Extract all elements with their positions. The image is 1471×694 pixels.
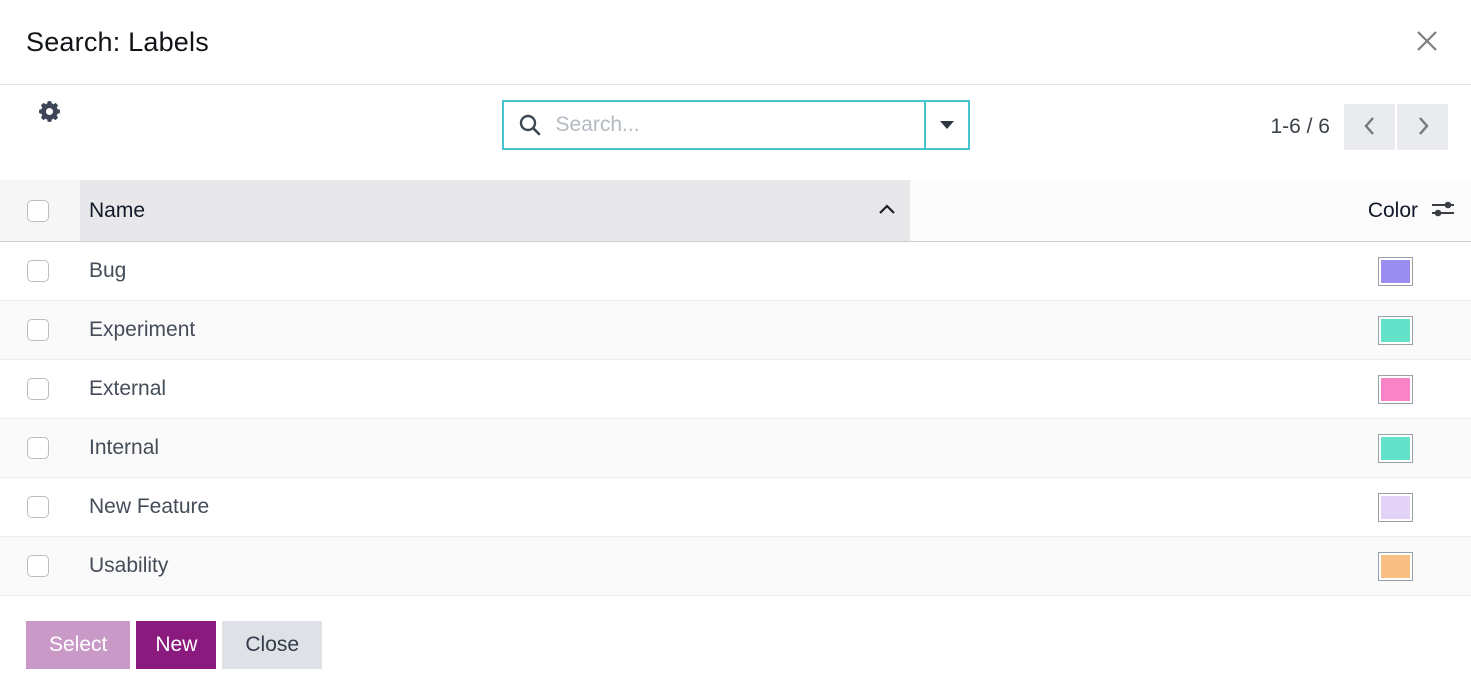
select-button[interactable]: Select bbox=[26, 621, 130, 669]
row-name: Internal bbox=[80, 436, 1378, 460]
chevron-down-icon bbox=[940, 121, 954, 129]
row-color-cell bbox=[1378, 375, 1471, 404]
row-color-cell bbox=[1378, 257, 1471, 286]
color-swatch bbox=[1378, 434, 1413, 463]
dialog-controls-row: 1-6 / 6 bbox=[0, 85, 1471, 180]
row-color-cell bbox=[1378, 434, 1471, 463]
pager-next-button[interactable] bbox=[1397, 104, 1448, 150]
color-swatch-fill bbox=[1381, 260, 1410, 283]
search-icon bbox=[504, 102, 556, 148]
sort-ascending-icon bbox=[878, 202, 896, 220]
color-swatch bbox=[1378, 552, 1413, 581]
row-checkbox-cell bbox=[0, 496, 80, 518]
table-row[interactable]: Usability bbox=[0, 537, 1471, 596]
table-row[interactable]: Internal bbox=[0, 419, 1471, 478]
dialog-close-button[interactable] bbox=[1407, 22, 1447, 62]
close-icon bbox=[1413, 27, 1441, 58]
row-checkbox[interactable] bbox=[27, 496, 49, 518]
row-checkbox-cell bbox=[0, 319, 80, 341]
pager: 1-6 / 6 bbox=[1270, 104, 1448, 150]
dialog-titlebar: Search: Labels bbox=[0, 0, 1471, 85]
optional-columns-button[interactable] bbox=[1430, 198, 1456, 223]
row-name: Usability bbox=[80, 554, 1378, 578]
dialog-title: Search: Labels bbox=[26, 27, 209, 58]
color-swatch-fill bbox=[1381, 319, 1410, 342]
table-header-color: Color bbox=[910, 180, 1471, 241]
sliders-icon bbox=[1430, 198, 1456, 223]
pager-previous-button[interactable] bbox=[1344, 104, 1395, 150]
color-swatch-fill bbox=[1381, 496, 1410, 519]
search-bar bbox=[502, 100, 970, 150]
dialog-footer: Select New Close bbox=[0, 596, 1471, 694]
name-column-label: Name bbox=[89, 199, 145, 223]
new-button[interactable]: New bbox=[136, 621, 216, 669]
color-swatch bbox=[1378, 375, 1413, 404]
table-row[interactable]: Experiment bbox=[0, 301, 1471, 360]
row-color-cell bbox=[1378, 493, 1471, 522]
close-button[interactable]: Close bbox=[222, 621, 322, 669]
gear-icon bbox=[37, 99, 62, 127]
search-input[interactable] bbox=[556, 102, 924, 148]
table-row[interactable]: Bug bbox=[0, 242, 1471, 301]
row-checkbox-cell bbox=[0, 260, 80, 282]
actions-gear-button[interactable] bbox=[36, 100, 62, 126]
row-color-cell bbox=[1378, 316, 1471, 345]
row-checkbox[interactable] bbox=[27, 437, 49, 459]
color-swatch bbox=[1378, 316, 1413, 345]
select-all-checkbox[interactable] bbox=[27, 200, 49, 222]
row-checkbox-cell bbox=[0, 555, 80, 577]
row-checkbox[interactable] bbox=[27, 260, 49, 282]
pager-range: 1-6 / 6 bbox=[1270, 115, 1330, 139]
color-swatch bbox=[1378, 493, 1413, 522]
row-checkbox[interactable] bbox=[27, 555, 49, 577]
color-swatch-fill bbox=[1381, 437, 1410, 460]
row-checkbox-cell bbox=[0, 378, 80, 400]
search-filters-dropdown-button[interactable] bbox=[924, 102, 968, 148]
table-body: Bug Experiment External bbox=[0, 242, 1471, 596]
search-labels-dialog: Search: Labels bbox=[0, 0, 1471, 694]
row-checkbox-cell bbox=[0, 437, 80, 459]
color-swatch-fill bbox=[1381, 378, 1410, 401]
table-row[interactable]: External bbox=[0, 360, 1471, 419]
row-name: Bug bbox=[80, 259, 1378, 283]
color-swatch-fill bbox=[1381, 555, 1410, 578]
row-color-cell bbox=[1378, 552, 1471, 581]
color-swatch bbox=[1378, 257, 1413, 286]
table-header-checkbox-cell bbox=[0, 180, 80, 241]
row-checkbox[interactable] bbox=[27, 378, 49, 400]
chevron-left-icon bbox=[1360, 114, 1380, 141]
chevron-right-icon bbox=[1413, 114, 1433, 141]
table-header-name[interactable]: Name bbox=[80, 180, 910, 241]
row-name: Experiment bbox=[80, 318, 1378, 342]
row-name: New Feature bbox=[80, 495, 1378, 519]
table-header: Name Color bbox=[0, 180, 1471, 242]
color-column-label: Color bbox=[1368, 199, 1418, 223]
table-row[interactable]: New Feature bbox=[0, 478, 1471, 537]
row-name: External bbox=[80, 377, 1378, 401]
row-checkbox[interactable] bbox=[27, 319, 49, 341]
